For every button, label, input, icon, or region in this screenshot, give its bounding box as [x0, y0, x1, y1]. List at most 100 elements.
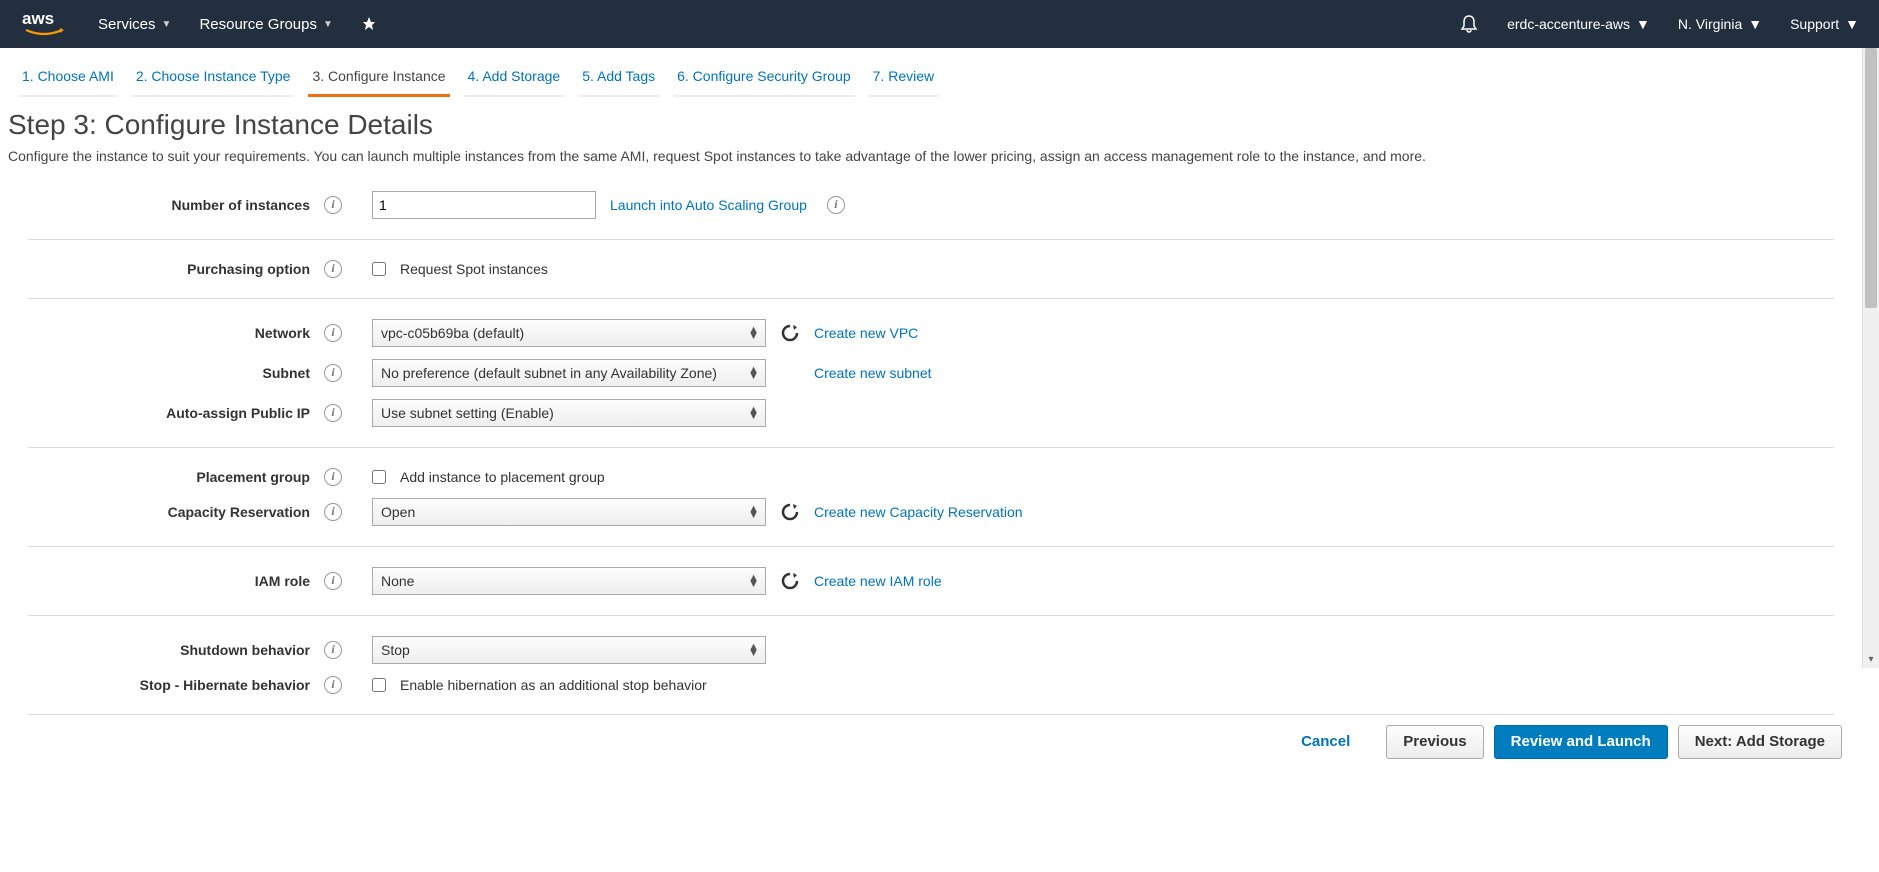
page-title: Step 3: Configure Instance Details [0, 105, 1862, 147]
row-network: Network i vpc-c05b69ba (default) ▲▼ Crea… [28, 313, 1834, 353]
page-description: Configure the instance to suit your requ… [0, 147, 1862, 181]
create-capacity-link[interactable]: Create new Capacity Reservation [814, 504, 1023, 520]
info-icon[interactable]: i [324, 572, 342, 590]
wizard-footer: Cancel Previous Review and Launch Next: … [0, 715, 1862, 769]
label-number-of-instances: Number of instances [28, 197, 318, 213]
caret-down-icon: ▼ [1636, 16, 1650, 32]
auto-assign-ip-select[interactable]: Use subnet setting (Enable) ▲▼ [372, 399, 766, 427]
refresh-icon[interactable] [780, 323, 800, 343]
select-arrows-icon: ▲▼ [748, 367, 759, 379]
wizard-tabs: 1. Choose AMI 2. Choose Instance Type 3.… [0, 48, 1862, 105]
row-hibernate-behavior: Stop - Hibernate behavior i Enable hiber… [28, 670, 1834, 700]
select-arrows-icon: ▲▼ [748, 327, 759, 339]
support-label: Support [1790, 16, 1839, 32]
label-shutdown-behavior: Shutdown behavior [28, 642, 318, 658]
info-icon[interactable]: i [324, 364, 342, 382]
previous-button[interactable]: Previous [1386, 725, 1483, 759]
capacity-reservation-value: Open [381, 504, 415, 520]
info-icon[interactable]: i [324, 468, 342, 486]
auto-assign-ip-value: Use subnet setting (Enable) [381, 405, 554, 421]
info-icon[interactable]: i [324, 404, 342, 422]
row-placement-group: Placement group i Add instance to placem… [28, 462, 1834, 492]
label-network: Network [28, 325, 318, 341]
refresh-icon[interactable] [780, 502, 800, 522]
row-capacity-reservation: Capacity Reservation i Open ▲▼ Create ne… [28, 492, 1834, 532]
create-iam-link[interactable]: Create new IAM role [814, 573, 942, 589]
select-arrows-icon: ▲▼ [748, 644, 759, 656]
resource-groups-label: Resource Groups [199, 16, 317, 33]
row-purchasing-option: Purchasing option i Request Spot instanc… [28, 254, 1834, 284]
vertical-scrollbar[interactable]: ▴ ▾ [1862, 48, 1879, 668]
select-arrows-icon: ▲▼ [748, 506, 759, 518]
placement-group-checkbox[interactable] [372, 470, 386, 484]
number-of-instances-input[interactable] [372, 191, 596, 219]
info-icon[interactable]: i [827, 196, 845, 214]
svg-text:aws: aws [22, 10, 54, 28]
label-subnet: Subnet [28, 365, 318, 381]
create-subnet-link[interactable]: Create new subnet [814, 365, 932, 381]
tab-add-storage[interactable]: 4. Add Storage [464, 62, 565, 97]
review-and-launch-button[interactable]: Review and Launch [1494, 725, 1668, 759]
info-icon[interactable]: i [324, 324, 342, 342]
select-arrows-icon: ▲▼ [748, 407, 759, 419]
network-select[interactable]: vpc-c05b69ba (default) ▲▼ [372, 319, 766, 347]
info-icon[interactable]: i [324, 503, 342, 521]
label-auto-assign-ip: Auto-assign Public IP [28, 405, 318, 421]
label-iam-role: IAM role [28, 573, 318, 589]
iam-role-value: None [381, 573, 414, 589]
caret-down-icon: ▼ [162, 19, 172, 30]
label-placement-group: Placement group [28, 469, 318, 485]
create-vpc-link[interactable]: Create new VPC [814, 325, 918, 341]
select-arrows-icon: ▲▼ [748, 575, 759, 587]
label-hibernate-behavior: Stop - Hibernate behavior [28, 677, 318, 693]
tab-configure-instance[interactable]: 3. Configure Instance [308, 62, 449, 97]
tab-choose-ami[interactable]: 1. Choose AMI [18, 62, 118, 97]
account-menu[interactable]: erdc-accenture-aws ▼ [1507, 16, 1650, 32]
info-icon[interactable]: i [324, 196, 342, 214]
top-right: erdc-accenture-aws ▼ N. Virginia ▼ Suppo… [1459, 14, 1859, 34]
info-icon[interactable]: i [324, 641, 342, 659]
scroll-down-icon[interactable]: ▾ [1863, 651, 1879, 668]
label-purchasing-option: Purchasing option [28, 261, 318, 277]
tab-add-tags[interactable]: 5. Add Tags [578, 62, 659, 97]
hibernate-check-label: Enable hibernation as an additional stop… [400, 677, 707, 693]
tab-review[interactable]: 7. Review [869, 62, 938, 97]
cancel-button[interactable]: Cancel [1285, 725, 1366, 759]
tab-configure-security-group[interactable]: 6. Configure Security Group [673, 62, 855, 97]
caret-down-icon: ▼ [1845, 16, 1859, 32]
caret-down-icon: ▼ [1748, 16, 1762, 32]
row-auto-assign-ip: Auto-assign Public IP i Use subnet setti… [28, 393, 1834, 433]
pin-icon[interactable] [361, 16, 377, 32]
account-label: erdc-accenture-aws [1507, 16, 1630, 32]
tab-choose-instance-type[interactable]: 2. Choose Instance Type [132, 62, 295, 97]
shutdown-behavior-select[interactable]: Stop ▲▼ [372, 636, 766, 664]
info-icon[interactable]: i [324, 260, 342, 278]
resource-groups-menu[interactable]: Resource Groups ▼ [199, 16, 332, 33]
request-spot-checkbox[interactable] [372, 262, 386, 276]
row-iam-role: IAM role i None ▲▼ Create new IAM role [28, 561, 1834, 601]
caret-down-icon: ▼ [323, 19, 333, 30]
launch-asg-link[interactable]: Launch into Auto Scaling Group [610, 197, 807, 213]
next-add-storage-button[interactable]: Next: Add Storage [1678, 725, 1842, 759]
scroll-thumb[interactable] [1865, 48, 1877, 308]
aws-logo-icon: aws [20, 10, 68, 38]
services-label: Services [98, 16, 156, 33]
hibernate-checkbox[interactable] [372, 678, 386, 692]
row-number-of-instances: Number of instances i Launch into Auto S… [28, 185, 1834, 225]
refresh-icon[interactable] [780, 571, 800, 591]
placement-group-check-label: Add instance to placement group [400, 469, 605, 485]
region-label: N. Virginia [1678, 16, 1742, 32]
capacity-reservation-select[interactable]: Open ▲▼ [372, 498, 766, 526]
row-shutdown-behavior: Shutdown behavior i Stop ▲▼ [28, 630, 1834, 670]
info-icon[interactable]: i [324, 676, 342, 694]
row-subnet: Subnet i No preference (default subnet i… [28, 353, 1834, 393]
region-menu[interactable]: N. Virginia ▼ [1678, 16, 1762, 32]
support-menu[interactable]: Support ▼ [1790, 16, 1859, 32]
subnet-select[interactable]: No preference (default subnet in any Ava… [372, 359, 766, 387]
aws-logo[interactable]: aws [20, 10, 68, 38]
label-capacity-reservation: Capacity Reservation [28, 504, 318, 520]
shutdown-behavior-value: Stop [381, 642, 410, 658]
iam-role-select[interactable]: None ▲▼ [372, 567, 766, 595]
services-menu[interactable]: Services ▼ [98, 16, 171, 33]
notifications-icon[interactable] [1459, 14, 1479, 34]
